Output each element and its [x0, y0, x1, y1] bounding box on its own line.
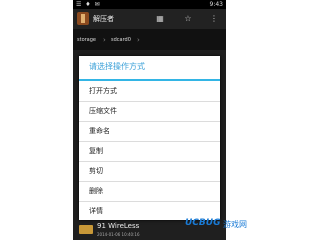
action-bar: 解压者 ▦ ☆ ⋮ — [73, 9, 226, 30]
breadcrumb-storage[interactable]: storage — [77, 30, 96, 50]
watermark-logo: UCBUG — [185, 218, 221, 228]
action-dialog: 请选择操作方式 打开方式 压缩文件 重命名 复制 剪切 删除 详情 — [79, 56, 220, 220]
watermark: UCBUG 游戏网 — [185, 218, 260, 232]
app-icon[interactable] — [77, 12, 89, 25]
notification-icons: ☰ ♦ ✉ — [76, 1, 101, 8]
breadcrumb-sdcard0[interactable]: sdcard0 — [111, 30, 131, 50]
option-label: 压缩文件 — [89, 107, 117, 115]
chevron-right-icon: › — [103, 36, 106, 44]
option-label: 详情 — [89, 207, 103, 215]
option-copy[interactable]: 复制 — [79, 141, 220, 162]
phone-screen: ☰ ♦ ✉ 9:43 解压者 ▦ ☆ ⋮ storage › sdcard0 ›… — [73, 0, 226, 240]
status-bar: ☰ ♦ ✉ 9:43 — [73, 0, 226, 9]
option-label: 重命名 — [89, 127, 110, 135]
overflow-menu-icon[interactable]: ⋮ — [207, 12, 221, 26]
watermark-text: 游戏网 — [223, 220, 247, 229]
breadcrumb: storage › sdcard0 › — [73, 30, 226, 50]
option-label: 删除 — [89, 187, 103, 195]
option-delete[interactable]: 删除 — [79, 181, 220, 202]
status-time: 9:43 — [209, 1, 223, 8]
option-compress[interactable]: 压缩文件 — [79, 101, 220, 122]
app-title: 解压者 — [93, 15, 114, 23]
folder-icon — [79, 225, 93, 234]
list-item-name: 91 WireLess — [97, 222, 140, 230]
option-cut[interactable]: 剪切 — [79, 161, 220, 182]
chevron-right-icon: › — [137, 36, 140, 44]
option-label: 复制 — [89, 147, 103, 155]
star-icon[interactable]: ☆ — [181, 12, 195, 26]
option-rename[interactable]: 重命名 — [79, 121, 220, 142]
calendar-icon[interactable]: ▦ — [153, 12, 167, 26]
dialog-title: 请选择操作方式 — [89, 62, 145, 71]
list-item-meta: 2014-01-06 10:40:16 — [97, 232, 140, 237]
option-label: 剪切 — [89, 167, 103, 175]
option-label: 打开方式 — [89, 87, 117, 95]
option-open-with[interactable]: 打开方式 — [79, 81, 220, 102]
